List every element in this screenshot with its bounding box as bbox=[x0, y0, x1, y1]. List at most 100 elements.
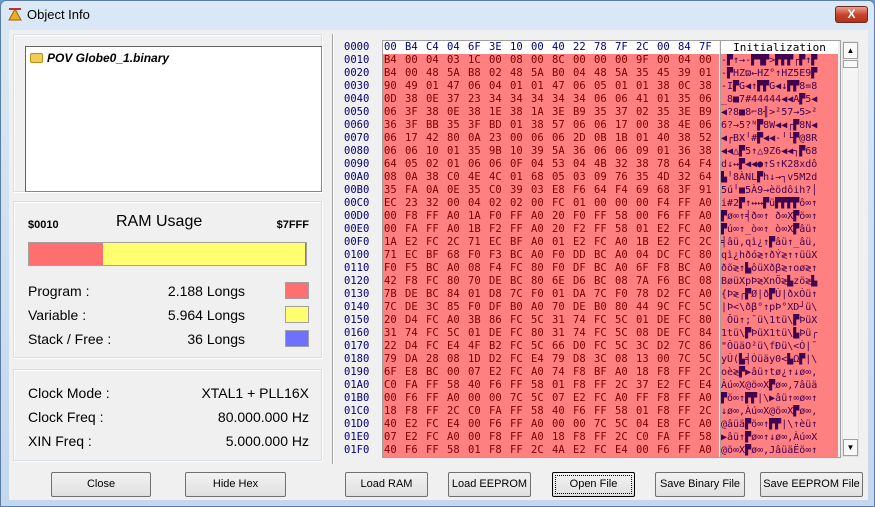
hex-byte[interactable]: 44 bbox=[635, 301, 656, 314]
hex-byte[interactable]: 1B bbox=[635, 236, 656, 249]
hex-byte[interactable]: 2C bbox=[635, 41, 656, 54]
hex-byte[interactable]: 39 bbox=[677, 67, 698, 80]
hex-byte[interactable]: BC bbox=[425, 366, 446, 379]
hex-byte[interactable]: FC bbox=[677, 288, 698, 301]
hex-byte[interactable]: 9F bbox=[635, 54, 656, 67]
hex-byte[interactable]: 40 bbox=[656, 132, 677, 145]
hex-byte[interactable]: B9 bbox=[698, 106, 719, 119]
hex-byte[interactable]: FC bbox=[425, 418, 446, 431]
hex-byte[interactable]: 38 bbox=[656, 119, 677, 132]
hex-byte[interactable]: 42 bbox=[383, 275, 404, 288]
hex-byte[interactable]: 2C bbox=[446, 236, 467, 249]
hex-byte[interactable]: 01 bbox=[656, 93, 677, 106]
hex-byte[interactable]: 3E bbox=[488, 41, 509, 54]
hex-byte[interactable]: 52 bbox=[698, 132, 719, 145]
hex-byte[interactable]: 00 bbox=[383, 41, 404, 54]
hex-byte[interactable]: 03 bbox=[572, 171, 593, 184]
hex-byte[interactable]: FC bbox=[509, 366, 530, 379]
hex-byte[interactable]: 04 bbox=[635, 418, 656, 431]
hex-byte[interactable]: F0 bbox=[467, 249, 488, 262]
hex-byte[interactable]: 0C bbox=[677, 80, 698, 93]
hex-byte[interactable]: 48 bbox=[593, 67, 614, 80]
hex-byte[interactable]: 7C bbox=[509, 288, 530, 301]
hex-byte[interactable]: FC bbox=[677, 249, 698, 262]
hex-byte[interactable]: 01 bbox=[467, 444, 488, 457]
hex-byte[interactable]: FF bbox=[509, 418, 530, 431]
hex-byte[interactable]: 18 bbox=[635, 366, 656, 379]
hex-byte[interactable]: 8C bbox=[551, 54, 572, 67]
hex-byte[interactable]: F8 bbox=[656, 405, 677, 418]
hex-byte[interactable]: F8 bbox=[404, 275, 425, 288]
hex-byte[interactable]: 7C bbox=[383, 301, 404, 314]
hex-byte[interactable]: 04 bbox=[530, 158, 551, 171]
hex-byte[interactable]: 84 bbox=[446, 288, 467, 301]
hex-byte[interactable]: DE bbox=[656, 314, 677, 327]
hex-byte[interactable]: 64 bbox=[593, 184, 614, 197]
hex-byte[interactable]: 08 bbox=[446, 353, 467, 366]
hex-byte[interactable]: EC bbox=[488, 236, 509, 249]
hex-byte[interactable]: DF bbox=[488, 301, 509, 314]
hex-byte[interactable]: 06 bbox=[614, 145, 635, 158]
hex-byte[interactable]: 22 bbox=[572, 41, 593, 54]
hex-byte[interactable]: F3 bbox=[488, 249, 509, 262]
hex-byte[interactable]: 08 bbox=[383, 171, 404, 184]
hex-byte[interactable]: D4 bbox=[404, 340, 425, 353]
hex-byte[interactable]: C4 bbox=[425, 41, 446, 54]
hex-byte[interactable]: 78 bbox=[635, 288, 656, 301]
hex-byte[interactable]: D2 bbox=[656, 288, 677, 301]
hex-byte[interactable]: 18 bbox=[551, 431, 572, 444]
hex-byte[interactable]: BC bbox=[425, 288, 446, 301]
hex-byte[interactable]: 08 bbox=[509, 54, 530, 67]
hex-byte[interactable]: B4 bbox=[383, 54, 404, 67]
hex-byte[interactable]: FF bbox=[425, 223, 446, 236]
hex-byte[interactable]: 08 bbox=[467, 262, 488, 275]
hex-byte[interactable]: 2C bbox=[698, 405, 719, 418]
hex-byte[interactable]: A0 bbox=[614, 262, 635, 275]
hex-byte[interactable]: 06 bbox=[593, 119, 614, 132]
hex-byte[interactable]: 84 bbox=[677, 41, 698, 54]
hex-byte[interactable]: EC bbox=[404, 249, 425, 262]
hex-byte[interactable]: FF bbox=[425, 392, 446, 405]
hex-byte[interactable]: F8 bbox=[404, 405, 425, 418]
hex-byte[interactable]: FF bbox=[593, 405, 614, 418]
hex-byte[interactable]: 02 bbox=[488, 67, 509, 80]
hex-byte[interactable]: 32 bbox=[425, 197, 446, 210]
hex-byte[interactable]: 38 bbox=[404, 93, 425, 106]
hex-byte[interactable]: 80 bbox=[446, 132, 467, 145]
hex-byte[interactable]: 5A bbox=[614, 67, 635, 80]
hex-byte[interactable]: FC bbox=[551, 197, 572, 210]
hex-byte[interactable]: 01 bbox=[635, 223, 656, 236]
hex-byte[interactable]: F0 bbox=[467, 301, 488, 314]
hex-byte[interactable]: 34 bbox=[551, 93, 572, 106]
hex-byte[interactable]: 00 bbox=[383, 223, 404, 236]
hex-byte[interactable]: 5C bbox=[614, 418, 635, 431]
hex-byte[interactable]: 76 bbox=[614, 171, 635, 184]
hex-byte[interactable]: DE bbox=[404, 301, 425, 314]
hex-byte[interactable]: BC bbox=[593, 249, 614, 262]
hex-byte[interactable]: 00 bbox=[656, 41, 677, 54]
hex-byte[interactable]: 04 bbox=[572, 67, 593, 80]
hex-byte[interactable]: 49 bbox=[404, 80, 425, 93]
hex-byte[interactable]: FC bbox=[509, 262, 530, 275]
hex-byte[interactable]: DE bbox=[656, 327, 677, 340]
hex-byte[interactable]: 91 bbox=[698, 184, 719, 197]
hex-byte[interactable]: F6 bbox=[656, 210, 677, 223]
hex-byte[interactable]: 5C bbox=[530, 314, 551, 327]
hex-byte[interactable]: 01 bbox=[551, 379, 572, 392]
hex-byte[interactable]: 78 bbox=[593, 41, 614, 54]
hex-byte[interactable]: 5C bbox=[530, 340, 551, 353]
hex-byte[interactable]: 6F bbox=[635, 262, 656, 275]
hex-byte[interactable]: FF bbox=[635, 392, 656, 405]
hex-byte[interactable]: 34 bbox=[509, 93, 530, 106]
hex-byte[interactable]: 38 bbox=[635, 158, 656, 171]
hex-byte[interactable]: 00 bbox=[551, 418, 572, 431]
hex-byte[interactable]: 5C bbox=[698, 353, 719, 366]
hex-byte[interactable]: 71 bbox=[467, 236, 488, 249]
hex-byte[interactable]: E8 bbox=[656, 418, 677, 431]
hex-byte[interactable]: 01 bbox=[446, 145, 467, 158]
hex-byte[interactable]: 01 bbox=[467, 288, 488, 301]
hex-byte[interactable]: 06 bbox=[698, 119, 719, 132]
hex-byte[interactable]: 01 bbox=[698, 67, 719, 80]
hex-byte[interactable]: 2C bbox=[698, 236, 719, 249]
hex-byte[interactable]: 40 bbox=[467, 379, 488, 392]
